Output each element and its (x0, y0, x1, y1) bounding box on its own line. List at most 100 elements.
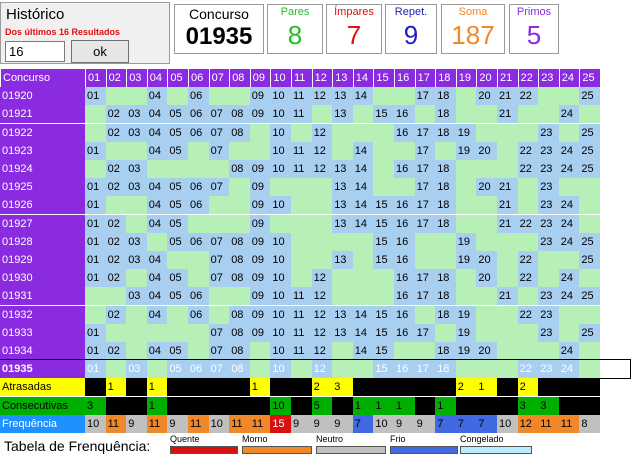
drawn-number-cell: 16 (394, 123, 415, 142)
ok-button[interactable]: ok (71, 40, 129, 63)
concurso-number: 01927 (0, 214, 85, 233)
consecutivas-cell: 1 (146, 396, 168, 415)
header-number: 14 (352, 69, 374, 87)
drawn-number-cell: 03 (126, 178, 147, 197)
drawn-number-cell: 24 (558, 214, 580, 233)
drawn-number-cell: 14 (352, 87, 374, 106)
empty-cell (558, 178, 580, 197)
results-count-input[interactable]: 16 (5, 41, 65, 62)
repet-box: Repet. 9 (385, 4, 437, 54)
empty-cell (332, 287, 353, 306)
legend-title: Tabela de Frenquência: (4, 438, 151, 454)
drawn-number-cell: 09 (249, 323, 271, 342)
empty-cell (85, 105, 106, 124)
empty-cell (352, 287, 374, 306)
drawn-number-cell: 15 (373, 305, 394, 324)
drawn-number-cell: 16 (394, 360, 415, 379)
empty-cell (476, 160, 497, 178)
empty-cell (291, 214, 312, 233)
empty-cell (332, 141, 353, 160)
drawn-number-cell: 13 (332, 87, 353, 106)
atrasadas-cell (394, 378, 415, 397)
drawn-number-cell: 15 (373, 105, 394, 124)
drawn-number-cell: 12 (311, 123, 333, 142)
header-concurso-label: Concurso (0, 69, 85, 87)
empty-cell (249, 141, 271, 160)
drawn-number-cell: 10 (270, 123, 291, 142)
empty-cell (229, 214, 250, 233)
drawn-number-cell: 01 (85, 342, 106, 360)
drawn-number-cell: 02 (105, 305, 127, 324)
header-number: 06 (188, 69, 209, 87)
drawn-number-cell: 15 (373, 323, 394, 342)
empty-cell (435, 251, 456, 269)
drawn-number-cell: 11 (291, 105, 312, 124)
drawn-number-cell: 17 (414, 196, 436, 215)
empty-cell (208, 214, 230, 233)
empty-cell (85, 160, 106, 178)
empty-cell (476, 214, 497, 233)
drawn-number-cell: 02 (105, 214, 127, 233)
atrasadas-cell (352, 378, 374, 397)
atrasadas-cell: 2 (455, 378, 477, 397)
draw-row: 01920 01 04 06 09 10 11 12 13 14 17 18 20 21 22 25 (0, 87, 630, 106)
empty-cell (414, 232, 436, 251)
draw-row: 01930 01 02 04 05 07 08 09 10 12 16 17 18 20 22 24 (0, 269, 630, 288)
drawn-number-cell: 09 (249, 87, 271, 106)
empty-cell (394, 141, 415, 160)
primos-box: Primos 5 (509, 4, 559, 54)
drawn-number-cell: 04 (146, 305, 168, 324)
drawn-number-cell: 01 (85, 232, 106, 251)
drawn-number-cell: 05 (167, 232, 188, 251)
header-number: 17 (414, 69, 436, 87)
header-number: 01 (85, 69, 106, 87)
drawn-number-cell: 01 (85, 251, 106, 269)
primos-label: Primos (516, 6, 552, 18)
empty-cell (497, 269, 518, 288)
drawn-number-cell: 10 (270, 305, 291, 324)
empty-cell (394, 342, 415, 360)
drawn-number-cell: 24 (558, 196, 580, 215)
empty-cell (497, 305, 518, 324)
empty-cell (270, 178, 291, 197)
historico-title: Histórico (6, 6, 65, 23)
drawn-number-cell: 19 (455, 323, 477, 342)
drawn-number-cell: 18 (435, 105, 456, 124)
drawn-number-cell: 06 (188, 287, 209, 306)
drawn-number-cell: 22 (517, 214, 539, 233)
drawn-number-cell: 10 (270, 232, 291, 251)
empty-cell (291, 269, 312, 288)
empty-cell (291, 178, 312, 197)
drawn-number-cell: 11 (291, 305, 312, 324)
empty-cell (188, 342, 209, 360)
empty-cell (579, 105, 600, 124)
empty-cell (167, 305, 188, 324)
atrasadas-cell (579, 378, 600, 397)
drawn-number-cell: 03 (126, 287, 147, 306)
empty-cell (105, 87, 127, 106)
atrasadas-cell: 1 (146, 378, 168, 397)
drawn-number-cell: 04 (146, 342, 168, 360)
empty-cell (414, 105, 436, 124)
drawn-number-cell: 12 (311, 141, 333, 160)
empty-cell (311, 232, 333, 251)
drawn-number-cell: 20 (476, 87, 497, 106)
drawn-number-cell: 12 (311, 160, 333, 178)
empty-cell (558, 323, 580, 342)
drawn-number-cell: 04 (146, 251, 168, 269)
drawn-number-cell: 08 (229, 123, 250, 142)
drawn-number-cell: 10 (270, 87, 291, 106)
drawn-number-cell: 01 (85, 214, 106, 233)
drawn-number-cell: 17 (414, 160, 436, 178)
empty-cell (332, 269, 353, 288)
empty-cell (373, 160, 394, 178)
atrasadas-cell: 3 (332, 378, 353, 397)
drawn-number-cell: 20 (476, 342, 497, 360)
consecutivas-cell (332, 396, 353, 415)
empty-cell (208, 196, 230, 215)
empty-cell (105, 287, 127, 306)
drawn-number-cell: 24 (558, 160, 580, 178)
drawn-number-cell: 07 (208, 232, 230, 251)
drawn-number-cell: 19 (455, 123, 477, 142)
atrasadas-cell (558, 378, 580, 397)
